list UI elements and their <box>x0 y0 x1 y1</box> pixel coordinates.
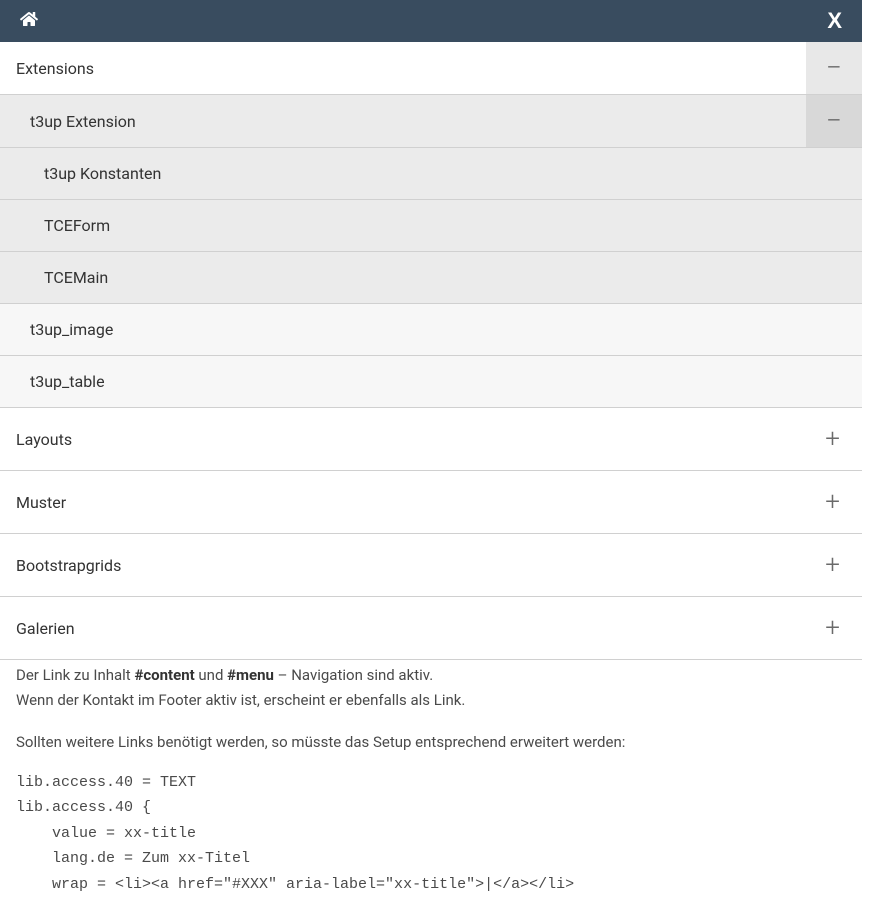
nav-label: TCEForm <box>44 216 110 235</box>
nav-label: t3up Konstanten <box>44 164 161 183</box>
nav-label: Extensions <box>16 59 94 78</box>
collapse-icon[interactable]: − <box>806 42 862 94</box>
expand-icon[interactable]: + <box>825 424 846 454</box>
expand-icon[interactable]: + <box>825 613 846 643</box>
nav-item-t3up-konstanten[interactable]: t3up Konstanten <box>0 148 862 200</box>
nav-label: Galerien <box>16 619 75 638</box>
nav-label: t3up_table <box>30 372 105 391</box>
nav-label: Layouts <box>16 430 72 449</box>
home-icon[interactable] <box>20 11 38 31</box>
nav-label: Muster <box>16 493 66 512</box>
content-line-3: Sollten weitere Links benötigt werden, s… <box>16 731 846 754</box>
nav-label: Bootstrapgrids <box>16 556 121 575</box>
nav-item-t3up-extension[interactable]: t3up Extension − <box>0 95 862 148</box>
nav-item-bootstrapgrids[interactable]: Bootstrapgrids + <box>0 534 862 597</box>
nav-label: TCEMain <box>44 268 108 287</box>
nav-item-tceform[interactable]: TCEForm <box>0 200 862 252</box>
code-block: lib.access.40 = TEXT lib.access.40 { val… <box>16 770 846 898</box>
content-line-1: Der Link zu Inhalt #content und #menu – … <box>16 664 846 687</box>
nav-item-layouts[interactable]: Layouts + <box>0 408 862 471</box>
nav-label: t3up Extension <box>30 112 136 131</box>
nav-label: t3up_image <box>30 320 113 339</box>
expand-icon[interactable]: + <box>825 550 846 580</box>
nav-item-galerien[interactable]: Galerien + <box>0 597 862 660</box>
navigation-tree: Extensions − t3up Extension − t3up Konst… <box>0 42 862 660</box>
content-line-2: Wenn der Kontakt im Footer aktiv ist, er… <box>16 689 846 712</box>
expand-icon[interactable]: + <box>825 487 846 517</box>
header-bar: X <box>0 0 862 42</box>
nav-item-t3up-image[interactable]: t3up_image <box>0 304 862 356</box>
nav-item-extensions[interactable]: Extensions − <box>0 42 862 95</box>
close-icon[interactable]: X <box>827 8 842 34</box>
content-area: Der Link zu Inhalt #content und #menu – … <box>0 660 862 898</box>
nav-item-muster[interactable]: Muster + <box>0 471 862 534</box>
collapse-icon[interactable]: − <box>806 95 862 147</box>
nav-item-tcemain[interactable]: TCEMain <box>0 252 862 304</box>
nav-item-t3up-table[interactable]: t3up_table <box>0 356 862 408</box>
